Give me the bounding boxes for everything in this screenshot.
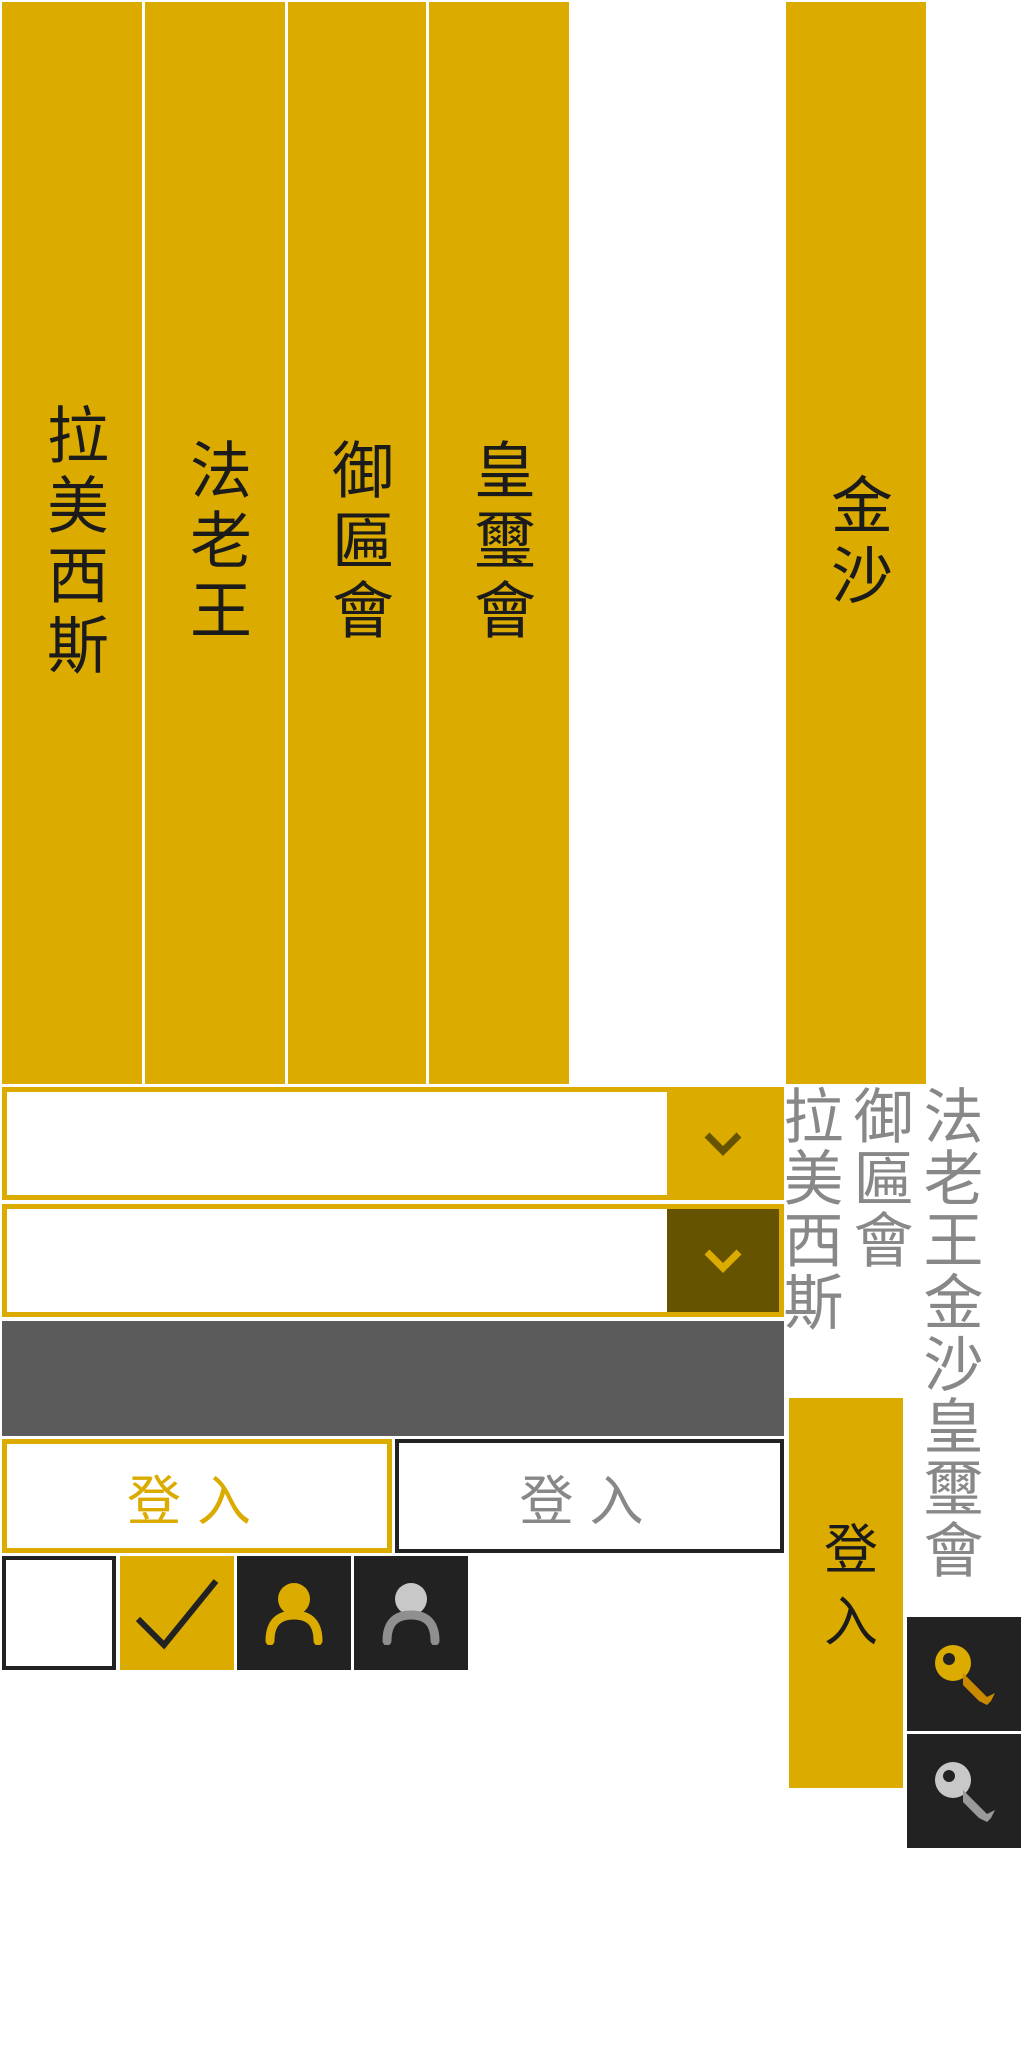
login-button-label: 登入 — [519, 1469, 660, 1533]
login-button-label: 登入 — [814, 1521, 878, 1665]
checkbox-unchecked[interactable] — [2, 1556, 116, 1670]
game-button-label: 法老王 — [179, 438, 252, 648]
game-button-label: 皇璽會 — [463, 438, 536, 648]
grey-panel — [2, 1321, 784, 1436]
game-button-label: 拉美西斯 — [36, 403, 109, 683]
login-button-label: 登入 — [127, 1469, 267, 1533]
main-button-jinsha[interactable]: 金沙 — [786, 2, 926, 1084]
dropdown-select-active[interactable] — [2, 1204, 784, 1317]
game-button-huangxihui[interactable]: 皇璽會 — [429, 2, 569, 1084]
game-button-yubianhui[interactable]: 御匾會 — [288, 2, 426, 1084]
game-button-falaowang[interactable]: 法老王 — [145, 2, 285, 1084]
game-button-label: 御匾會 — [321, 438, 394, 648]
game-button-lameixisi[interactable]: 拉美西斯 — [2, 2, 142, 1084]
main-button-label: 金沙 — [820, 473, 893, 613]
user-button-inactive[interactable] — [354, 1556, 468, 1670]
chevron-down-icon — [704, 1249, 742, 1273]
dropdown-toggle[interactable] — [667, 1209, 779, 1312]
checkmark-icon — [135, 1579, 219, 1650]
rotated-text-col: 拉美西斯 — [773, 1085, 843, 1333]
checkbox-checked[interactable] — [120, 1556, 234, 1670]
dropdown-toggle[interactable] — [667, 1092, 779, 1195]
user-button-active[interactable] — [237, 1556, 351, 1670]
key-button-active[interactable] — [907, 1617, 1021, 1731]
login-button-side[interactable]: 登入 — [789, 1398, 903, 1788]
key-icon — [935, 1645, 995, 1705]
chevron-down-icon — [704, 1132, 742, 1156]
user-icon — [265, 1583, 323, 1645]
dropdown-select[interactable] — [2, 1087, 784, 1200]
user-icon — [382, 1583, 440, 1645]
login-button-primary[interactable]: 登入 — [2, 1439, 392, 1553]
key-icon — [935, 1762, 995, 1822]
key-button-inactive[interactable] — [907, 1734, 1021, 1848]
login-button-secondary[interactable]: 登入 — [395, 1439, 784, 1553]
